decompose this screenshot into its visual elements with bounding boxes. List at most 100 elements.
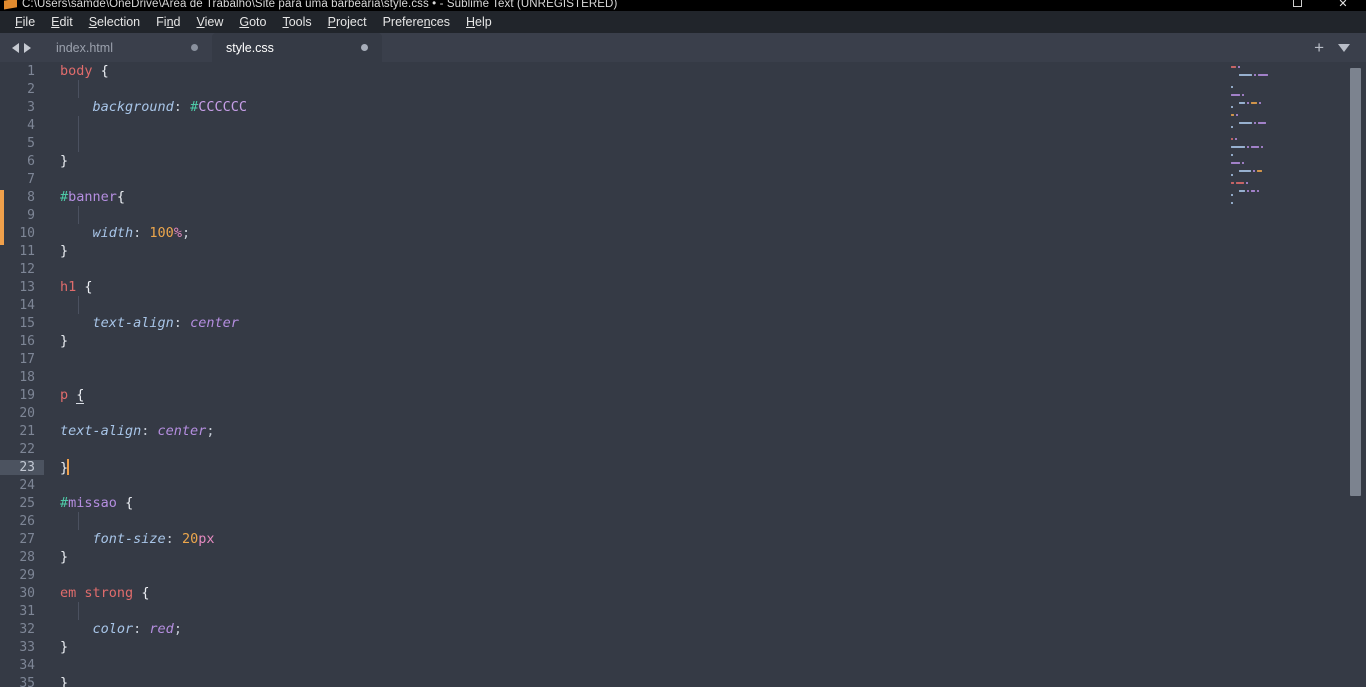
tab-scroll-left-icon[interactable] [11, 42, 19, 53]
code-text[interactable]: text-align: center [44, 315, 1200, 331]
code-line[interactable]: 30 em strong { [0, 584, 1200, 602]
code-text[interactable]: p { [44, 387, 1200, 404]
code-line[interactable]: 2 [0, 80, 1200, 98]
window-titlebar[interactable]: C:\Users\samde\OneDrive\Área de Trabalho… [0, 0, 1366, 11]
code-line[interactable]: 27 font-size: 20px [0, 530, 1200, 548]
code-text[interactable]: font-size: 20px [44, 531, 1200, 547]
code-line[interactable]: 17 [0, 350, 1200, 368]
indent-guide [78, 80, 79, 98]
code-line[interactable]: 6} [0, 152, 1200, 170]
line-number: 27 [19, 531, 35, 547]
restore-window-button[interactable] [1274, 0, 1320, 11]
code-line[interactable]: 24 [0, 476, 1200, 494]
code-line[interactable]: 7 [0, 170, 1200, 188]
code-line[interactable]: 20 [0, 404, 1200, 422]
code-line[interactable]: 34 [0, 656, 1200, 674]
code-text[interactable]: background: #CCCCCC [44, 99, 1200, 115]
code-text[interactable]: } [44, 333, 1200, 349]
code-line[interactable]: 14 [0, 296, 1200, 314]
code-line[interactable]: 16} [0, 332, 1200, 350]
code-line[interactable]: 10 width: 100%; [0, 224, 1200, 242]
menu-project[interactable]: Project [320, 13, 375, 31]
new-tab-icon[interactable]: + [1314, 39, 1324, 56]
tab-index-html[interactable]: index.html [42, 33, 212, 62]
menu-preferences[interactable]: Preferences [375, 13, 458, 31]
code-line[interactable]: 25 #missao { [0, 494, 1200, 512]
code-line[interactable]: 15 text-align: center [0, 314, 1200, 332]
code-text[interactable]: #missao { [44, 495, 1200, 511]
code-text[interactable]: body { [44, 63, 1200, 79]
line-number: 1 [27, 63, 35, 79]
code-line[interactable]: 28} [0, 548, 1200, 566]
code-line[interactable]: 31 [0, 602, 1200, 620]
line-number: 35 [19, 675, 35, 687]
code-line[interactable]: 5 [0, 134, 1200, 152]
code-text[interactable]: } [44, 549, 1200, 565]
tab-style-css[interactable]: style.css [212, 33, 382, 62]
code-text[interactable]: #banner{ [44, 189, 1200, 205]
line-number: 31 [19, 603, 35, 619]
menu-file[interactable]: File [7, 13, 43, 31]
unsaved-changes-icon[interactable] [361, 44, 368, 51]
menu-view[interactable]: View [188, 13, 231, 31]
menu-tools[interactable]: Tools [274, 13, 319, 31]
close-window-button[interactable]: ✕ [1320, 0, 1366, 11]
menu-goto[interactable]: Goto [231, 13, 274, 31]
code-text[interactable]: h1 { [44, 279, 1200, 295]
vertical-scrollbar[interactable] [1345, 62, 1366, 687]
code-line[interactable]: 18 [0, 368, 1200, 386]
code-text[interactable]: text-align: center; [44, 423, 1200, 439]
code-line[interactable]: 35} [0, 674, 1200, 687]
line-number: 33 [19, 639, 35, 655]
unsaved-changes-icon[interactable] [191, 44, 198, 51]
tab-label: index.html [56, 40, 113, 55]
code-line[interactable]: 26 [0, 512, 1200, 530]
menu-selection[interactable]: Selection [81, 13, 148, 31]
line-number: 16 [19, 333, 35, 349]
code-line[interactable]: 11} [0, 242, 1200, 260]
code-text[interactable]: } [44, 243, 1200, 259]
vertical-scrollbar-thumb[interactable] [1350, 68, 1361, 496]
code-text[interactable]: color: red; [44, 621, 1200, 637]
line-number: 30 [19, 585, 35, 601]
code-text[interactable]: } [44, 639, 1200, 655]
menu-edit[interactable]: Edit [43, 13, 81, 31]
window-controls: ✕ [1274, 0, 1366, 11]
code-line[interactable]: 8 #banner{ [0, 188, 1200, 206]
code-line[interactable]: 22 [0, 440, 1200, 458]
text-cursor [67, 458, 70, 475]
code-line[interactable]: 12 [0, 260, 1200, 278]
code-text[interactable]: } [44, 675, 1200, 687]
code-editor[interactable]: 1 body {2 3 background: #CCCCCC 4 5 6} 7 8 #bann… [0, 62, 1366, 687]
code-line[interactable]: 32 color: red; [0, 620, 1200, 638]
menu-find[interactable]: Find [148, 13, 188, 31]
tabbar-spacer [382, 33, 1314, 62]
chevron-down-icon[interactable] [1338, 43, 1350, 52]
code-text[interactable]: } [44, 153, 1200, 169]
code-line[interactable]: 29 [0, 566, 1200, 584]
code-line[interactable]: 19 p { [0, 386, 1200, 404]
tab-scroll-arrows[interactable] [0, 33, 42, 62]
line-number: 21 [19, 423, 35, 439]
code-line[interactable]: 1 body { [0, 62, 1200, 80]
line-number: 7 [27, 171, 35, 187]
code-text[interactable]: em strong { [44, 585, 1200, 601]
code-line[interactable]: 23} [0, 458, 1200, 476]
line-number: 6 [27, 153, 35, 169]
line-number: 18 [19, 369, 35, 385]
code-line[interactable]: 21 text-align: center; [0, 422, 1200, 440]
minimap[interactable] [1225, 62, 1345, 687]
line-number: 2 [27, 81, 35, 97]
code-text[interactable]: } [44, 458, 1200, 476]
code-lines[interactable]: 1 body {2 3 background: #CCCCCC 4 5 6} 7 8 #bann… [0, 62, 1200, 687]
code-text[interactable]: width: 100%; [44, 225, 1200, 241]
tab-scroll-right-icon[interactable] [23, 42, 31, 53]
code-line[interactable]: 33} [0, 638, 1200, 656]
code-line[interactable]: 3 background: #CCCCCC [0, 98, 1200, 116]
code-line[interactable]: 9 [0, 206, 1200, 224]
menu-help[interactable]: Help [458, 13, 500, 31]
code-line[interactable]: 13 h1 { [0, 278, 1200, 296]
code-line[interactable]: 4 [0, 116, 1200, 134]
minimap-line [1231, 201, 1339, 205]
line-number: 34 [19, 657, 35, 673]
